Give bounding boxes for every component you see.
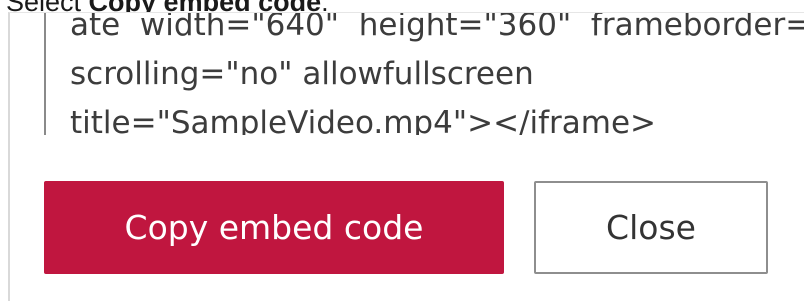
embed-code-line: ate width="640" height="360" frameborder… <box>70 13 804 43</box>
embed-dialog: ate width="640" height="360" frameborder… <box>8 12 804 301</box>
embed-code-line: scrolling="no" allowfullscreen <box>70 56 534 92</box>
close-button[interactable]: Close <box>534 181 768 274</box>
copy-embed-code-button[interactable]: Copy embed code <box>44 181 504 274</box>
embed-code-text: ate width="640" height="360" frameborder… <box>70 13 804 135</box>
embed-code-textarea[interactable]: ate width="640" height="360" frameborder… <box>44 13 804 135</box>
embed-code-line: title="SampleVideo.mp4"></iframe> <box>70 105 657 135</box>
